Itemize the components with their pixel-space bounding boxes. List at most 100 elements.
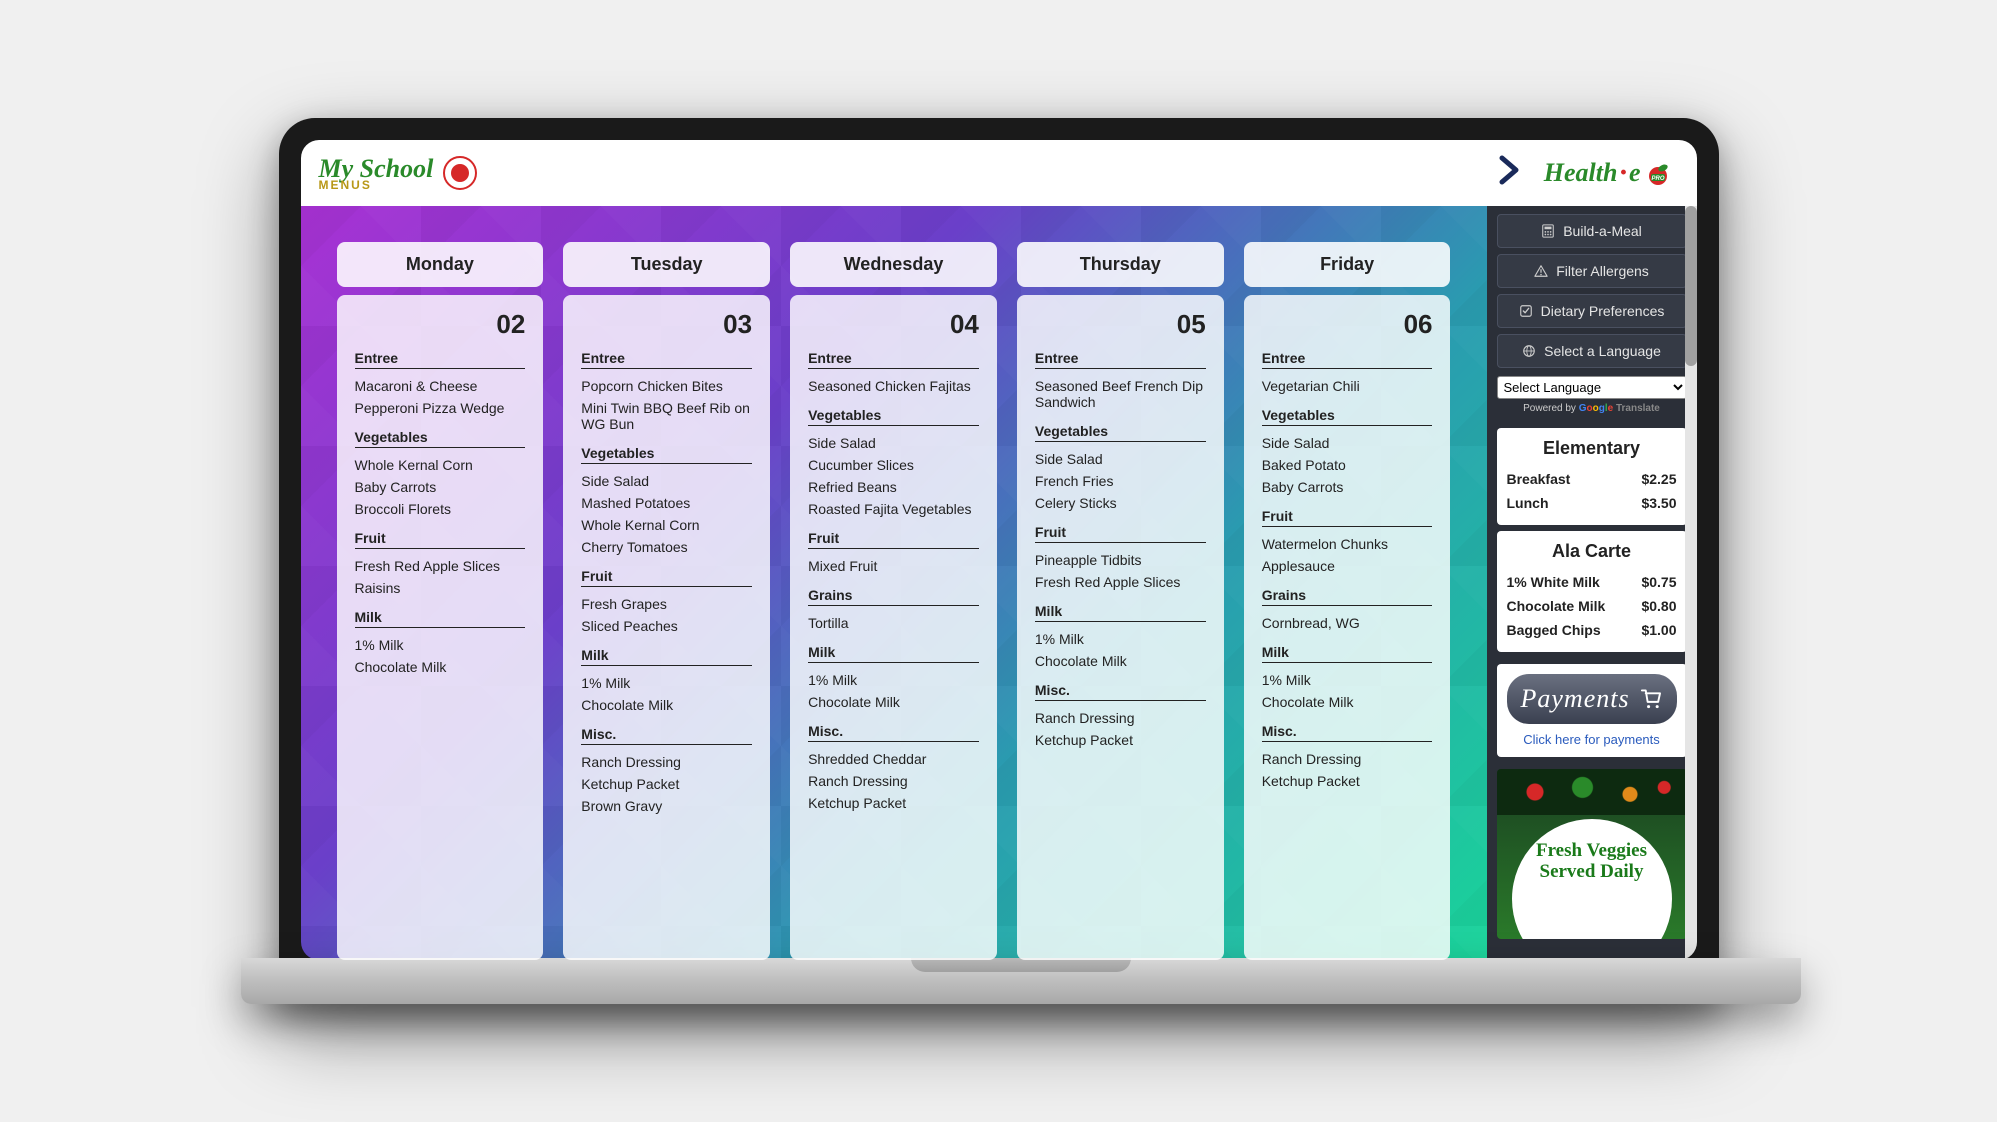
section-divider (581, 368, 752, 369)
menu-item[interactable]: Cucumber Slices (808, 454, 979, 476)
menu-item[interactable]: Cornbread, WG (1262, 612, 1433, 634)
menu-item[interactable]: Pepperoni Pizza Wedge (355, 397, 526, 419)
menu-item[interactable]: Ranch Dressing (808, 770, 979, 792)
menu-item[interactable]: Vegetarian Chili (1262, 375, 1433, 397)
menu-item[interactable]: Mashed Potatoes (581, 492, 752, 514)
price-value: $0.75 (1641, 574, 1676, 590)
payments-button[interactable]: Payments (1507, 674, 1677, 724)
menu-item[interactable]: Ranch Dressing (1035, 707, 1206, 729)
menu-item[interactable]: Ketchup Packet (1035, 729, 1206, 751)
menu-section-title: Milk (1035, 603, 1206, 621)
day-header[interactable]: Friday (1244, 242, 1451, 287)
menu-item[interactable]: Chocolate Milk (355, 656, 526, 678)
menu-item[interactable]: Ketchup Packet (808, 792, 979, 814)
menu-section-title: Vegetables (808, 407, 979, 425)
menu-item[interactable]: Watermelon Chunks (1262, 533, 1433, 555)
menu-item[interactable]: 1% Milk (581, 672, 752, 694)
menu-item[interactable]: Tortilla (808, 612, 979, 634)
sidebar-button-select-a-language[interactable]: Select a Language (1497, 334, 1687, 368)
menu-item[interactable]: Side Salad (581, 470, 752, 492)
day-column: Wednesday04EntreeSeasoned Chicken Fajita… (790, 242, 997, 960)
menu-item[interactable]: Brown Gravy (581, 795, 752, 817)
section-divider (808, 662, 979, 663)
menu-item[interactable]: Chocolate Milk (1262, 691, 1433, 713)
sidebar-button-dietary-preferences[interactable]: Dietary Preferences (1497, 294, 1687, 328)
healthe-logo[interactable]: Health·e PRO (1544, 158, 1673, 188)
menu-item[interactable]: Applesauce (1262, 555, 1433, 577)
menu-item[interactable]: 1% Milk (355, 634, 526, 656)
menu-section-title: Entree (1035, 350, 1206, 368)
menu-item[interactable]: Side Salad (808, 432, 979, 454)
app-logo[interactable]: My School MENUS (319, 154, 478, 192)
menu-item[interactable]: Seasoned Chicken Fajitas (808, 375, 979, 397)
menu-item[interactable]: Fresh Red Apple Slices (1035, 571, 1206, 593)
section-divider (355, 368, 526, 369)
menu-section-title: Fruit (581, 568, 752, 586)
menu-item[interactable]: Macaroni & Cheese (355, 375, 526, 397)
day-column: Friday06EntreeVegetarian ChiliVegetables… (1244, 242, 1451, 960)
day-header[interactable]: Thursday (1017, 242, 1224, 287)
menu-item[interactable]: Roasted Fajita Vegetables (808, 498, 979, 520)
menu-item[interactable]: Side Salad (1035, 448, 1206, 470)
price-card: Ala Carte1% White Milk$0.75Chocolate Mil… (1497, 531, 1687, 652)
price-row: Breakfast$2.25 (1507, 467, 1677, 491)
menu-item[interactable]: Seasoned Beef French Dip Sandwich (1035, 375, 1206, 413)
language-select[interactable]: Select Language (1497, 376, 1687, 399)
day-body: 02EntreeMacaroni & CheesePepperoni Pizza… (337, 295, 544, 960)
calculator-icon (1541, 224, 1555, 238)
section-divider (808, 741, 979, 742)
menu-item[interactable]: Sliced Peaches (581, 615, 752, 637)
menu-item[interactable]: Cherry Tomatoes (581, 536, 752, 558)
menu-item[interactable]: 1% Milk (1035, 628, 1206, 650)
menu-item[interactable]: Ranch Dressing (581, 751, 752, 773)
day-header[interactable]: Wednesday (790, 242, 997, 287)
price-label: 1% White Milk (1507, 574, 1600, 590)
price-card: ElementaryBreakfast$2.25Lunch$3.50 (1497, 428, 1687, 525)
sidebar-button-filter-allergens[interactable]: Filter Allergens (1497, 254, 1687, 288)
scrollbar-thumb[interactable] (1685, 206, 1697, 366)
check-icon (1519, 304, 1533, 318)
warning-icon (1534, 264, 1548, 278)
sidebar-button-build-a-meal[interactable]: Build-a-Meal (1497, 214, 1687, 248)
menu-item[interactable]: Celery Sticks (1035, 492, 1206, 514)
menu-item[interactable]: Chocolate Milk (808, 691, 979, 713)
menu-item[interactable]: Ketchup Packet (1262, 770, 1433, 792)
menu-item[interactable]: Chocolate Milk (1035, 650, 1206, 672)
scrollbar[interactable] (1685, 206, 1697, 960)
menu-item[interactable]: Baked Potato (1262, 454, 1433, 476)
day-header[interactable]: Tuesday (563, 242, 770, 287)
price-label: Lunch (1507, 495, 1549, 511)
menu-item[interactable]: Side Salad (1262, 432, 1433, 454)
menu-item[interactable]: Ketchup Packet (581, 773, 752, 795)
menu-item[interactable]: Chocolate Milk (581, 694, 752, 716)
next-week-button[interactable] (1498, 152, 1520, 194)
menu-item[interactable]: Baby Carrots (355, 476, 526, 498)
menu-item[interactable]: Whole Kernal Corn (581, 514, 752, 536)
menu-item[interactable]: 1% Milk (1262, 669, 1433, 691)
menu-item[interactable]: Fresh Red Apple Slices (355, 555, 526, 577)
content-wrap: Monday 02EntreeMacaroni & CheesePepperoni… (301, 206, 1697, 960)
menu-item[interactable]: Raisins (355, 577, 526, 599)
day-header[interactable]: Monday (337, 242, 544, 287)
menu-item[interactable]: Pineapple Tidbits (1035, 549, 1206, 571)
powered-by-google-translate: Powered by Google Translate (1487, 401, 1697, 422)
day-date: 06 (1262, 309, 1433, 340)
price-label: Chocolate Milk (1507, 598, 1606, 614)
menu-item[interactable]: Popcorn Chicken Bites (581, 375, 752, 397)
menu-item[interactable]: Shredded Cheddar (808, 748, 979, 770)
menu-item[interactable]: Refried Beans (808, 476, 979, 498)
menu-item[interactable]: Baby Carrots (1262, 476, 1433, 498)
menu-item[interactable]: 1% Milk (808, 669, 979, 691)
menu-item[interactable]: Mixed Fruit (808, 555, 979, 577)
section-divider (808, 425, 979, 426)
price-row: 1% White Milk $0.75 (1507, 570, 1677, 594)
menu-item[interactable]: Ranch Dressing (1262, 748, 1433, 770)
menu-section-title: Vegetables (1035, 423, 1206, 441)
menu-item[interactable]: Whole Kernal Corn (355, 454, 526, 476)
menu-item[interactable]: Mini Twin BBQ Beef Rib on WG Bun (581, 397, 752, 435)
menu-item[interactable]: Broccoli Florets (355, 498, 526, 520)
menu-item[interactable]: Fresh Grapes (581, 593, 752, 615)
menu-item[interactable]: French Fries (1035, 470, 1206, 492)
payments-link[interactable]: Click here for payments (1507, 732, 1677, 747)
apple-icon (443, 156, 477, 190)
